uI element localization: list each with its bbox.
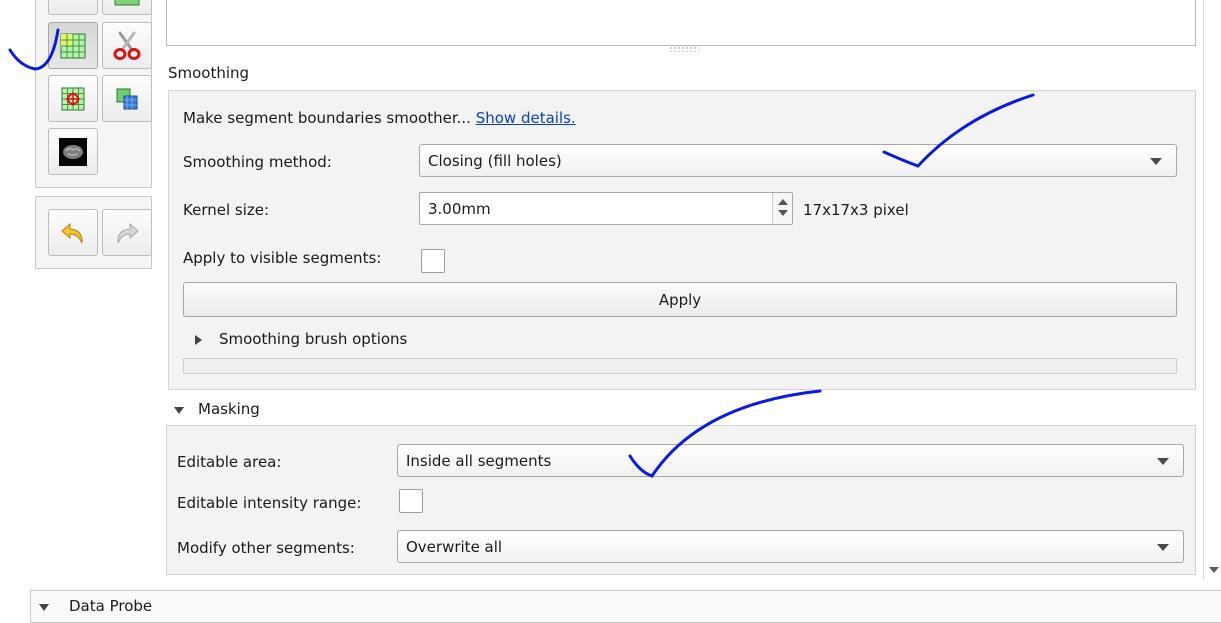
spin-up-icon[interactable] bbox=[778, 199, 788, 205]
show-details-link[interactable]: Show details. bbox=[476, 109, 576, 127]
spin-buttons[interactable] bbox=[772, 193, 792, 224]
editable-area-label: Editable area: bbox=[177, 453, 282, 471]
data-probe-section[interactable]: Data Probe bbox=[30, 590, 1221, 623]
history-toolbar bbox=[35, 196, 152, 269]
collapse-triangle-icon[interactable] bbox=[174, 407, 184, 414]
smoothing-method-value: Closing (fill holes) bbox=[428, 151, 562, 170]
modify-segments-label: Modify other segments: bbox=[177, 539, 355, 557]
brain-icon bbox=[59, 137, 87, 166]
smoothing-method-label: Smoothing method: bbox=[183, 153, 332, 171]
islands-effect-button[interactable] bbox=[48, 75, 98, 122]
scissors-effect-button[interactable] bbox=[102, 22, 152, 69]
kernel-size-value: 3.00mm bbox=[428, 199, 491, 218]
redo-button[interactable] bbox=[102, 209, 152, 256]
effects-toolbar bbox=[35, 0, 152, 188]
masking-panel: Editable area: Inside all segments Edita… bbox=[166, 425, 1196, 575]
intensity-range-label: Editable intensity range: bbox=[177, 494, 362, 512]
chevron-down-icon bbox=[1150, 158, 1162, 165]
data-probe-title[interactable]: Data Probe bbox=[69, 597, 152, 615]
undo-button[interactable] bbox=[48, 209, 98, 256]
threshold-effect-button[interactable] bbox=[48, 22, 98, 69]
editable-area-combobox[interactable]: Inside all segments bbox=[397, 444, 1184, 477]
smoothing-options-panel: Make segment boundaries smoother... Show… bbox=[168, 90, 1196, 390]
undo-arrow-icon bbox=[61, 222, 83, 243]
spin-down-icon[interactable] bbox=[778, 210, 788, 216]
apply-visible-checkbox[interactable] bbox=[421, 249, 445, 273]
editable-area-value: Inside all segments bbox=[406, 451, 552, 470]
tool-button-partial-right[interactable] bbox=[102, 0, 152, 15]
segment-editor-screen: Smoothing Make segment boundaries smooth… bbox=[0, 0, 1221, 623]
modify-segments-combobox[interactable]: Overwrite all bbox=[397, 530, 1184, 563]
logical-operators-icon bbox=[116, 88, 138, 109]
masking-title[interactable]: Masking bbox=[198, 400, 260, 418]
vertical-scrollbar[interactable] bbox=[1203, 0, 1221, 580]
grid-target-icon bbox=[61, 87, 85, 110]
smoothing-description: Make segment boundaries smoother... Show… bbox=[183, 109, 576, 127]
scissors-icon bbox=[113, 31, 141, 60]
apply-button[interactable]: Apply bbox=[183, 282, 1177, 317]
collapse-triangle-icon[interactable] bbox=[39, 604, 49, 611]
expand-triangle-icon[interactable] bbox=[195, 335, 202, 345]
kernel-size-spinbox[interactable]: 3.00mm bbox=[419, 192, 793, 225]
smoothing-method-combobox[interactable]: Closing (fill holes) bbox=[419, 144, 1177, 177]
chevron-down-icon bbox=[1157, 458, 1169, 465]
smoothing-title: Smoothing bbox=[168, 64, 250, 82]
smoothing-brush-options-toggle[interactable]: Smoothing brush options bbox=[219, 330, 407, 348]
tool-button-partial-left[interactable] bbox=[48, 0, 98, 15]
grid-icon bbox=[114, 0, 140, 5]
apply-visible-label: Apply to visible segments: bbox=[183, 249, 382, 267]
chevron-down-icon bbox=[1157, 544, 1169, 551]
kernel-size-pixels: 17x17x3 pixel bbox=[803, 201, 909, 219]
brush-options-collapsed-area bbox=[183, 358, 1177, 374]
intensity-range-checkbox[interactable] bbox=[399, 489, 423, 513]
scroll-down-arrow-icon[interactable] bbox=[1209, 567, 1219, 573]
mask-volume-effect-button[interactable] bbox=[48, 128, 98, 175]
smoothing-description-text: Make segment boundaries smoother... bbox=[183, 109, 471, 127]
splitter-handle[interactable] bbox=[669, 46, 699, 52]
modify-segments-value: Overwrite all bbox=[406, 537, 503, 556]
logical-operators-effect-button[interactable] bbox=[102, 75, 152, 122]
grid-threshold-icon bbox=[60, 33, 86, 58]
kernel-size-label: Kernel size: bbox=[183, 201, 270, 219]
redo-arrow-icon bbox=[117, 222, 139, 243]
effect-help-box bbox=[166, 0, 1196, 46]
